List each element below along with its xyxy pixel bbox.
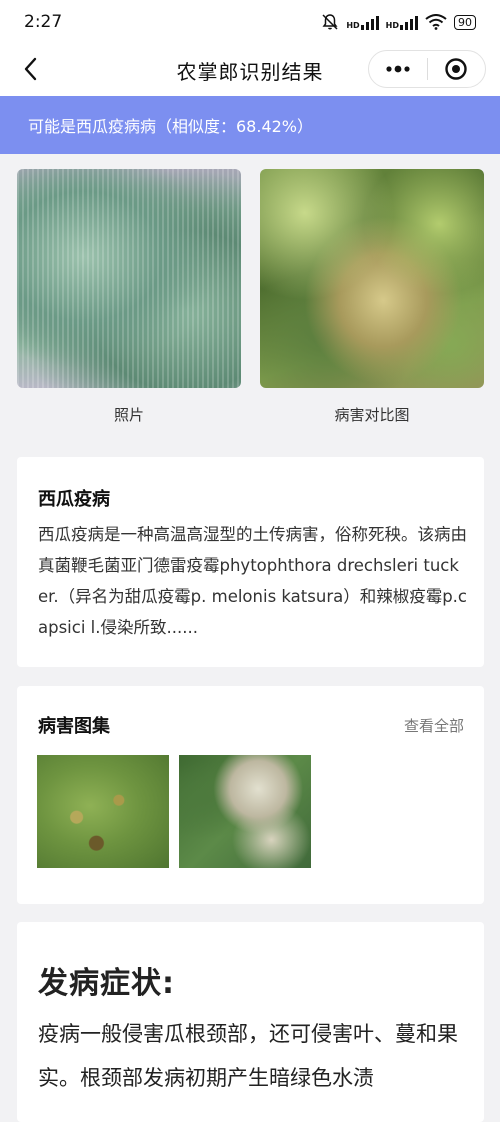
- gallery-image[interactable]: [179, 755, 311, 868]
- symptoms-text: 疫病一般侵害瓜根颈部，还可侵害叶、蔓和果实。根颈部发病初期产生暗绿色水渍: [38, 1022, 458, 1090]
- target-icon: [445, 58, 467, 80]
- disease-comparison-image[interactable]: [260, 169, 484, 388]
- signal-icon-2: [400, 14, 418, 30]
- battery-icon: 90: [454, 14, 476, 30]
- result-text: 可能是西瓜疫病病（相似度：68.42%）: [28, 117, 314, 136]
- gallery-card: 病害图集 查看全部: [17, 686, 484, 904]
- photo-caption: 照片: [113, 406, 144, 424]
- hd-signal-1: HD: [346, 14, 379, 30]
- disease-description: 西瓜疫病是一种高温高湿型的土传病害，俗称死秧。该病由真菌鞭毛菌亚门德雷疫霉phy…: [38, 525, 467, 637]
- gallery-title: 病害图集: [38, 716, 110, 737]
- wifi-icon: [425, 14, 447, 30]
- status-bar: 2:27 HD HD 90: [0, 0, 500, 44]
- symptoms-title: 发病症状:: [38, 966, 175, 1001]
- disease-title: 西瓜疫病: [38, 489, 110, 510]
- signal-icon: [360, 14, 379, 30]
- back-button[interactable]: [14, 52, 48, 86]
- result-banner: 可能是西瓜疫病病（相似度：68.42%）: [0, 96, 500, 154]
- page-title: 农掌郎识别结果: [176, 59, 324, 84]
- more-button[interactable]: [369, 51, 427, 87]
- status-time: 2:27: [24, 12, 63, 32]
- disease-info-card[interactable]: 西瓜疫病 西瓜疫病是一种高温高湿型的土传病害，俗称死秧。该病由真菌鞭毛菌亚门德雷…: [17, 457, 484, 667]
- gallery-image[interactable]: [37, 755, 169, 868]
- hd-label-2: HD: [385, 21, 399, 30]
- status-icons: HD HD 90: [321, 13, 476, 31]
- comparison-caption: 病害对比图: [334, 406, 410, 424]
- chevron-left-icon: [24, 57, 37, 81]
- more-dots-icon: [386, 65, 410, 73]
- hd-label: HD: [346, 21, 360, 30]
- user-photo[interactable]: [17, 169, 241, 388]
- nav-bar: 农掌郎识别结果: [0, 44, 500, 96]
- mini-program-capsule: [368, 50, 486, 88]
- symptoms-card: 发病症状: 疫病一般侵害瓜根颈部，还可侵害叶、蔓和果实。根颈部发病初期产生暗绿色…: [17, 922, 484, 1122]
- hd-signal-2: HD: [386, 14, 418, 30]
- view-all-link[interactable]: 查看全部: [404, 715, 464, 736]
- close-mini-program-button[interactable]: [428, 51, 486, 87]
- mute-bell-icon: [322, 14, 338, 30]
